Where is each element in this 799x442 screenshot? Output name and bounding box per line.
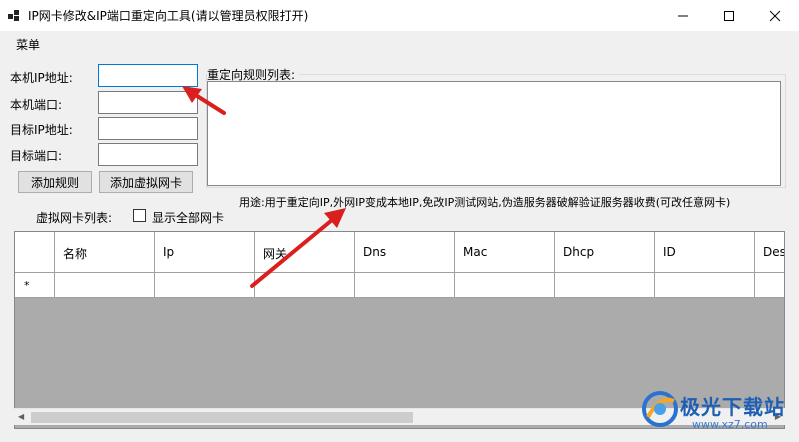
target-port-label: 目标端口: bbox=[10, 149, 63, 163]
column-header-gateway[interactable]: 网关 bbox=[255, 232, 355, 273]
column-header-mac[interactable]: Mac bbox=[455, 232, 555, 273]
minimize-icon bbox=[678, 15, 688, 16]
grid-new-row[interactable]: * bbox=[15, 273, 784, 298]
watermark-brand: 极光下载站 bbox=[680, 395, 785, 419]
show-all-nics-checkbox[interactable] bbox=[133, 209, 146, 222]
column-header-dns[interactable]: Dns bbox=[355, 232, 455, 273]
target-ip-label: 目标IP地址: bbox=[10, 123, 73, 137]
maximize-icon bbox=[724, 10, 734, 21]
virtual-nic-list-label: 虚拟网卡列表: bbox=[36, 211, 113, 225]
close-icon bbox=[769, 10, 781, 21]
scroll-left-icon[interactable]: ◀ bbox=[18, 412, 24, 421]
usage-note: 用途:用于重定向IP,外网IP变成本地IP,免改IP测试网站,伪造服务器破解验证… bbox=[239, 196, 731, 209]
table-cell[interactable] bbox=[255, 273, 355, 298]
site-watermark: 极光下载站 www.xz7.com bbox=[640, 385, 795, 437]
new-row-marker: * bbox=[24, 279, 30, 292]
grid-corner-cell bbox=[15, 232, 55, 273]
redirect-rules-list[interactable] bbox=[207, 81, 781, 186]
column-header-ip[interactable]: Ip bbox=[155, 232, 255, 273]
minimize-button[interactable] bbox=[660, 0, 706, 31]
grid-header-row: 名称 Ip 网关 Dns Mac Dhcp ID Des bbox=[15, 232, 784, 273]
local-port-label: 本机端口: bbox=[10, 98, 63, 112]
new-row-header[interactable]: * bbox=[15, 273, 55, 298]
table-cell[interactable] bbox=[755, 273, 784, 298]
table-cell[interactable] bbox=[355, 273, 455, 298]
watermark-url: www.xz7.com bbox=[692, 418, 768, 431]
menu-item-main[interactable]: 菜单 bbox=[16, 36, 40, 53]
aurora-logo-icon bbox=[642, 391, 678, 427]
add-rule-button[interactable]: 添加规则 bbox=[18, 171, 92, 193]
show-all-nics-label: 显示全部网卡 bbox=[152, 211, 225, 225]
title-bar: IP网卡修改&IP端口重定向工具(请以管理员权限打开) bbox=[0, 0, 799, 31]
maximize-button[interactable] bbox=[706, 0, 752, 31]
column-header-dhcp[interactable]: Dhcp bbox=[555, 232, 655, 273]
local-ip-input[interactable] bbox=[98, 64, 198, 87]
target-port-input[interactable] bbox=[98, 143, 198, 166]
target-ip-input[interactable] bbox=[98, 117, 198, 140]
table-cell[interactable] bbox=[655, 273, 755, 298]
local-ip-label: 本机IP地址: bbox=[10, 71, 73, 85]
column-header-id[interactable]: ID bbox=[655, 232, 755, 273]
table-cell[interactable] bbox=[55, 273, 155, 298]
close-button[interactable] bbox=[752, 0, 798, 31]
scrollbar-thumb[interactable] bbox=[31, 412, 413, 423]
column-header-name[interactable]: 名称 bbox=[55, 232, 155, 273]
table-cell[interactable] bbox=[555, 273, 655, 298]
add-virtual-nic-button[interactable]: 添加虚拟网卡 bbox=[99, 171, 193, 193]
client-area: 本机IP地址: 本机端口: 目标IP地址: 目标端口: 添加规则 添加虚拟网卡 … bbox=[0, 55, 799, 442]
column-header-des[interactable]: Des bbox=[755, 232, 784, 273]
app-icon bbox=[8, 10, 22, 22]
menu-bar: 菜单 bbox=[0, 31, 799, 55]
table-cell[interactable] bbox=[155, 273, 255, 298]
local-port-input[interactable] bbox=[98, 91, 198, 114]
window-title: IP网卡修改&IP端口重定向工具(请以管理员权限打开) bbox=[28, 9, 309, 23]
table-cell[interactable] bbox=[455, 273, 555, 298]
